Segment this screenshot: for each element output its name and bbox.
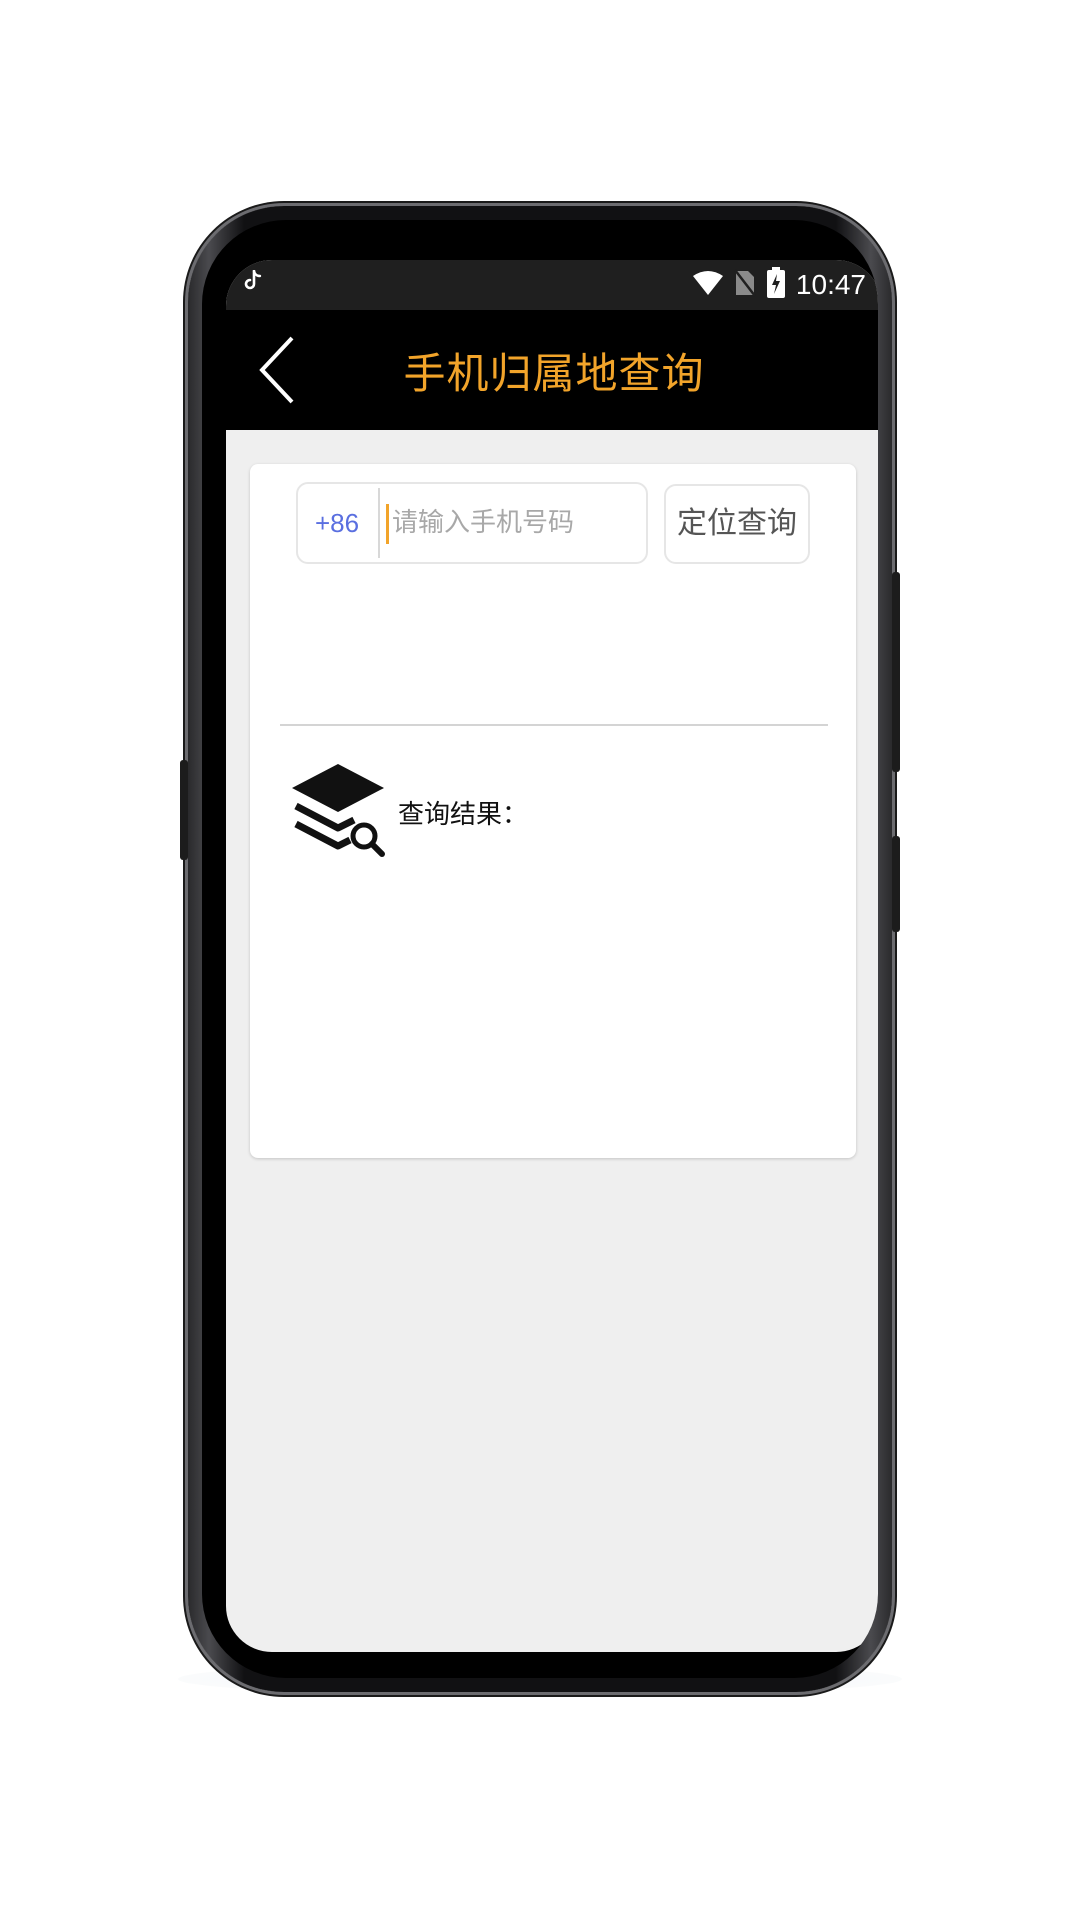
page-title: 手机归属地查询 bbox=[403, 349, 705, 398]
battery-charging-icon bbox=[766, 267, 786, 303]
phone-input-group: +86 bbox=[296, 482, 648, 564]
locate-query-button[interactable]: 定位查询 bbox=[664, 484, 810, 564]
right-side-button-bottom bbox=[892, 836, 900, 932]
app-header: 手机归属地查询 bbox=[226, 310, 878, 430]
phone-number-input[interactable] bbox=[388, 494, 642, 552]
layers-search-icon bbox=[292, 756, 388, 866]
country-code: +86 bbox=[314, 508, 360, 538]
tiktok-icon bbox=[244, 269, 262, 298]
left-side-button bbox=[180, 760, 188, 860]
result-label: 查询结果： bbox=[398, 800, 529, 830]
screen: 10:47 手机归属地查询 +86 请输入手机号码 定位查询 查询结果： bbox=[226, 260, 878, 1652]
phone-frame: 10:47 手机归属地查询 +86 请输入手机号码 定位查询 查询结果： bbox=[180, 206, 900, 1692]
section-divider bbox=[280, 724, 828, 726]
no-sim-icon bbox=[733, 269, 756, 301]
status-time: 10:47 bbox=[795, 269, 866, 300]
status-bar: 10:47 bbox=[226, 260, 878, 310]
stage: 10:47 手机归属地查询 +86 请输入手机号码 定位查询 查询结果： bbox=[0, 0, 1080, 1920]
query-card: +86 定位查询 bbox=[250, 464, 856, 1158]
status-icons: 10:47 bbox=[692, 266, 866, 304]
input-divider bbox=[378, 488, 380, 558]
phone-bezel: 10:47 手机归属地查询 +86 请输入手机号码 定位查询 查询结果： bbox=[202, 220, 878, 1678]
wifi-icon bbox=[692, 270, 724, 300]
right-side-button-top bbox=[892, 572, 900, 772]
